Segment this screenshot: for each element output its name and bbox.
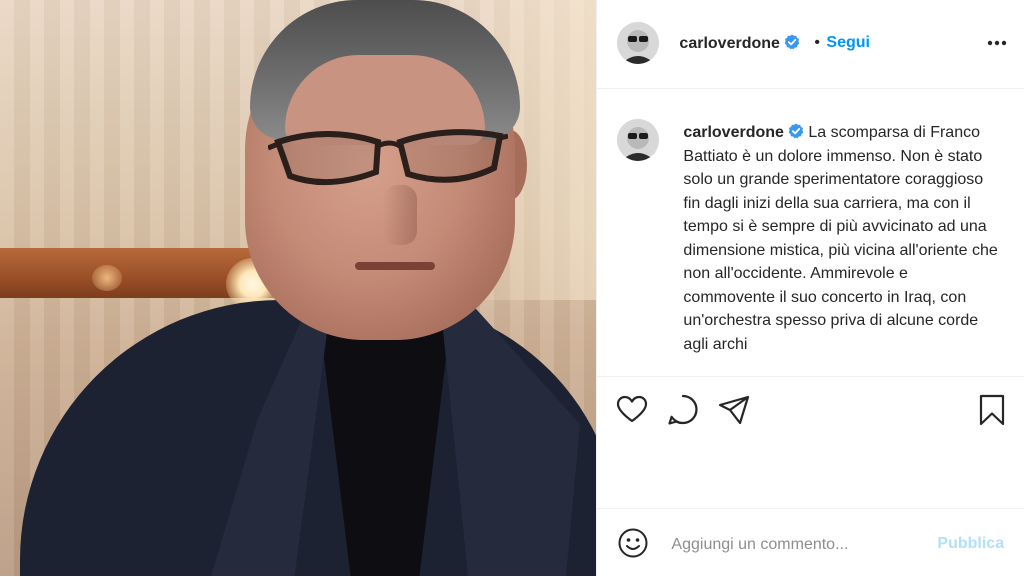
avatar[interactable] — [617, 22, 660, 64]
header-username-group[interactable]: carloverdone — [679, 34, 800, 53]
photo-nose — [383, 185, 417, 245]
publish-button[interactable]: Pubblica — [937, 535, 1004, 553]
post-side-panel: carloverdone • Segui carloverdone La sco… — [596, 0, 1024, 576]
caption-avatar-image — [617, 119, 660, 161]
comment-input[interactable] — [669, 531, 934, 559]
caption-text: La scomparsa di Franco Battiato è un dol… — [683, 124, 998, 353]
emoji-icon[interactable] — [617, 527, 649, 559]
comment-bar: Pubblica — [597, 508, 1024, 577]
heart-icon[interactable] — [615, 393, 649, 427]
post-actions — [597, 376, 1024, 437]
bookmark-icon[interactable] — [975, 393, 1009, 427]
post-photo[interactable] — [0, 0, 597, 576]
caption-avatar[interactable] — [617, 119, 660, 161]
avatar-image — [617, 22, 660, 64]
caption-username[interactable]: carloverdone — [683, 124, 783, 141]
caption-text-block: carloverdone La scomparsa di Franco Batt… — [683, 121, 1003, 356]
header-separator: • — [814, 34, 821, 51]
more-options-icon[interactable] — [982, 28, 1012, 58]
verified-badge-icon — [784, 34, 800, 50]
photo-mouth — [355, 262, 435, 270]
share-icon[interactable] — [717, 393, 751, 427]
post-header: carloverdone • Segui — [597, 0, 1024, 89]
comment-icon[interactable] — [666, 393, 700, 427]
follow-button[interactable]: Segui — [826, 34, 870, 52]
instagram-post: carloverdone • Segui carloverdone La sco… — [0, 0, 1024, 576]
caption-area[interactable]: carloverdone La scomparsa di Franco Batt… — [597, 89, 1024, 376]
photo-glasses — [268, 129, 508, 186]
header-username[interactable]: carloverdone — [679, 35, 779, 52]
photo-lamp-glow — [92, 265, 122, 291]
caption-verified-badge-icon — [788, 123, 804, 139]
